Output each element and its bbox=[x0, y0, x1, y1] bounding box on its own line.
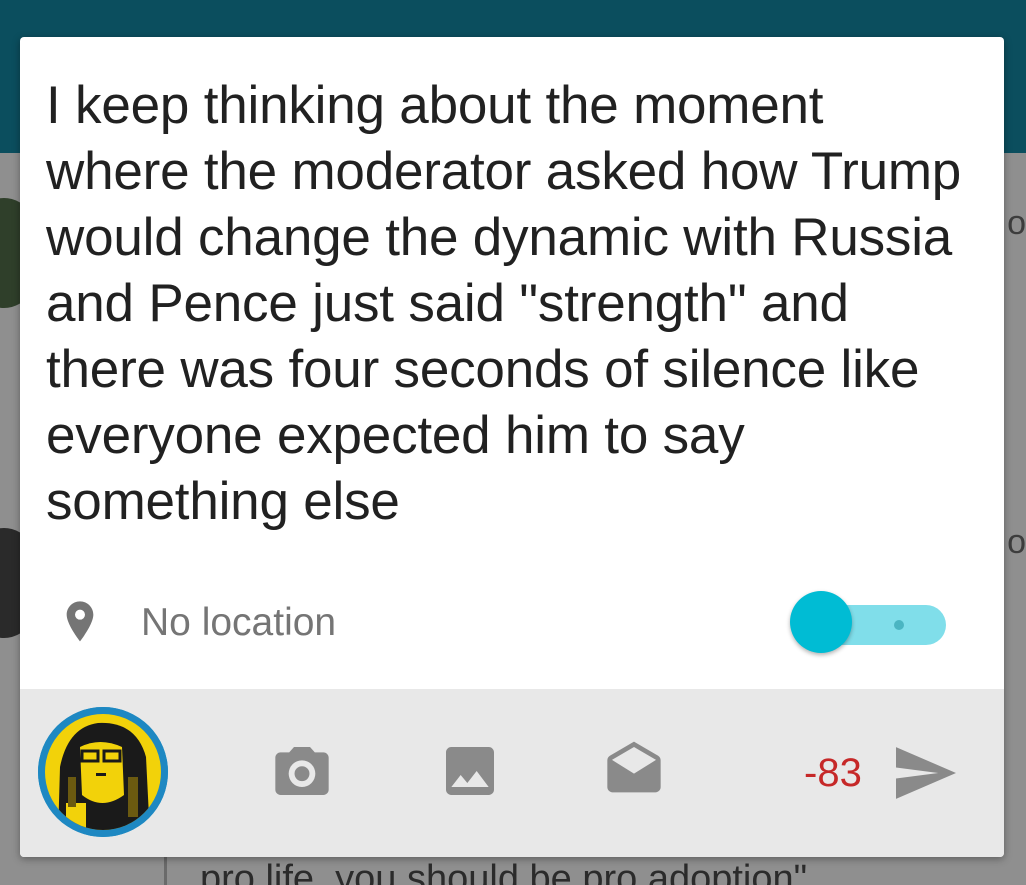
compose-text-field[interactable]: I keep thinking about the moment where t… bbox=[46, 73, 976, 535]
camera-icon[interactable] bbox=[270, 739, 334, 803]
image-icon[interactable] bbox=[438, 739, 502, 803]
location-pin-icon bbox=[60, 599, 100, 647]
toggle-dot bbox=[894, 620, 904, 630]
location-toggle[interactable] bbox=[790, 591, 950, 655]
character-count: -83 bbox=[804, 751, 862, 795]
app-window: o o pro life, you should be pro adoption… bbox=[0, 0, 1026, 885]
location-row: No location bbox=[20, 587, 1004, 659]
send-icon[interactable] bbox=[892, 743, 960, 803]
compose-dialog: I keep thinking about the moment where t… bbox=[20, 37, 1004, 857]
location-label: No location bbox=[141, 601, 337, 644]
background-text-fragment: o bbox=[1007, 523, 1026, 561]
user-avatar[interactable] bbox=[38, 707, 168, 837]
compose-toolbar: -83 bbox=[20, 689, 1004, 857]
background-tweet-text: pro life, you should be pro adoption" bbox=[200, 858, 808, 885]
envelope-icon[interactable] bbox=[602, 739, 666, 803]
toggle-thumb[interactable] bbox=[790, 591, 852, 653]
background-text-fragment: o bbox=[1007, 204, 1026, 242]
